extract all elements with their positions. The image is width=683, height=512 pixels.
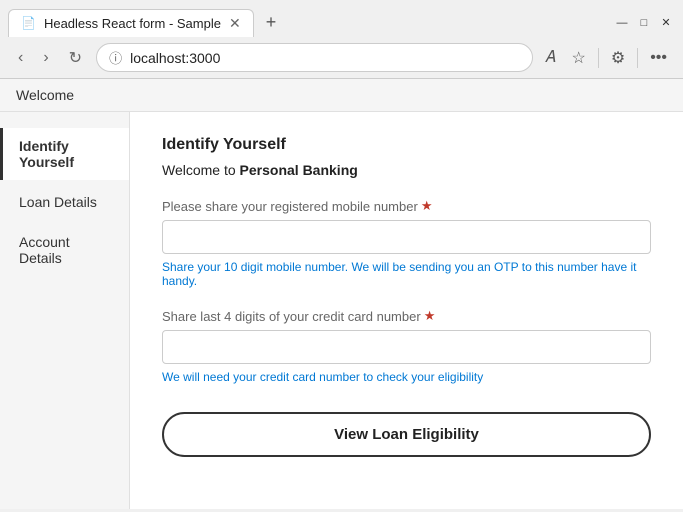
more-button[interactable]: ••• bbox=[646, 45, 671, 71]
active-tab[interactable]: 📄 Headless React form - Sample ✕ bbox=[8, 9, 254, 37]
forward-button[interactable]: › bbox=[37, 47, 54, 69]
mobile-field-group: Please share your registered mobile numb… bbox=[162, 198, 651, 288]
tab-bar: 📄 Headless React form - Sample ✕ + — □ ✕ bbox=[0, 0, 683, 37]
address-bar: ‹ › ↻ ⓘ localhost:3000 𝐴 ☆ ⚙ ••• bbox=[0, 37, 683, 78]
new-tab-button[interactable]: + bbox=[258, 8, 285, 37]
browser-actions: 𝐴 ☆ ⚙ ••• bbox=[541, 44, 671, 72]
subtitle-prefix: Welcome to bbox=[162, 162, 240, 178]
mobile-field-hint: Share your 10 digit mobile number. We wi… bbox=[162, 260, 651, 288]
content-subtitle: Welcome to Personal Banking bbox=[162, 162, 651, 178]
favorites-button[interactable]: ☆ bbox=[568, 44, 590, 72]
address-input-wrap[interactable]: ⓘ localhost:3000 bbox=[96, 43, 533, 72]
main-layout: Identify Yourself Loan Details Account D… bbox=[0, 112, 683, 509]
toolbar-separator-2 bbox=[637, 48, 638, 68]
credit-card-field-group: Share last 4 digits of your credit card … bbox=[162, 308, 651, 384]
sidebar-item-account[interactable]: Account Details bbox=[0, 224, 129, 276]
credit-card-field-label: Share last 4 digits of your credit card … bbox=[162, 308, 651, 324]
mobile-field-label: Please share your registered mobile numb… bbox=[162, 198, 651, 214]
credit-card-input[interactable] bbox=[162, 330, 651, 364]
mobile-required-indicator: ★ bbox=[421, 198, 433, 214]
sidebar-item-identify[interactable]: Identify Yourself bbox=[0, 128, 129, 180]
read-mode-button[interactable]: 𝐴 bbox=[541, 45, 560, 71]
welcome-text: Welcome bbox=[16, 87, 74, 103]
sidebar: Identify Yourself Loan Details Account D… bbox=[0, 112, 130, 509]
minimize-button[interactable]: — bbox=[613, 14, 631, 32]
content-area: Identify Yourself Welcome to Personal Ba… bbox=[130, 112, 683, 509]
tab-close-button[interactable]: ✕ bbox=[229, 16, 241, 30]
close-button[interactable]: ✕ bbox=[657, 14, 675, 32]
back-button[interactable]: ‹ bbox=[12, 47, 29, 69]
address-info-icon: ⓘ bbox=[109, 48, 122, 67]
tab-page-icon: 📄 bbox=[21, 16, 36, 30]
sidebar-item-loan[interactable]: Loan Details bbox=[0, 184, 129, 220]
address-url: localhost:3000 bbox=[130, 50, 520, 66]
submit-button[interactable]: View Loan Eligibility bbox=[162, 412, 651, 457]
credit-card-required-indicator: ★ bbox=[424, 308, 436, 324]
restore-button[interactable]: □ bbox=[635, 14, 653, 32]
browser-chrome: 📄 Headless React form - Sample ✕ + — □ ✕… bbox=[0, 0, 683, 79]
tab-title: Headless React form - Sample bbox=[44, 16, 221, 31]
credit-card-field-hint: We will need your credit card number to … bbox=[162, 370, 651, 384]
toolbar-separator bbox=[598, 48, 599, 68]
refresh-button[interactable]: ↻ bbox=[63, 46, 88, 70]
content-title: Identify Yourself bbox=[162, 136, 651, 154]
browser-content: Welcome Identify Yourself Loan Details A… bbox=[0, 79, 683, 509]
subtitle-bold: Personal Banking bbox=[240, 162, 358, 178]
window-controls: — □ ✕ bbox=[613, 14, 675, 32]
welcome-bar: Welcome bbox=[0, 79, 683, 112]
settings-button[interactable]: ⚙ bbox=[607, 44, 629, 72]
mobile-input[interactable] bbox=[162, 220, 651, 254]
